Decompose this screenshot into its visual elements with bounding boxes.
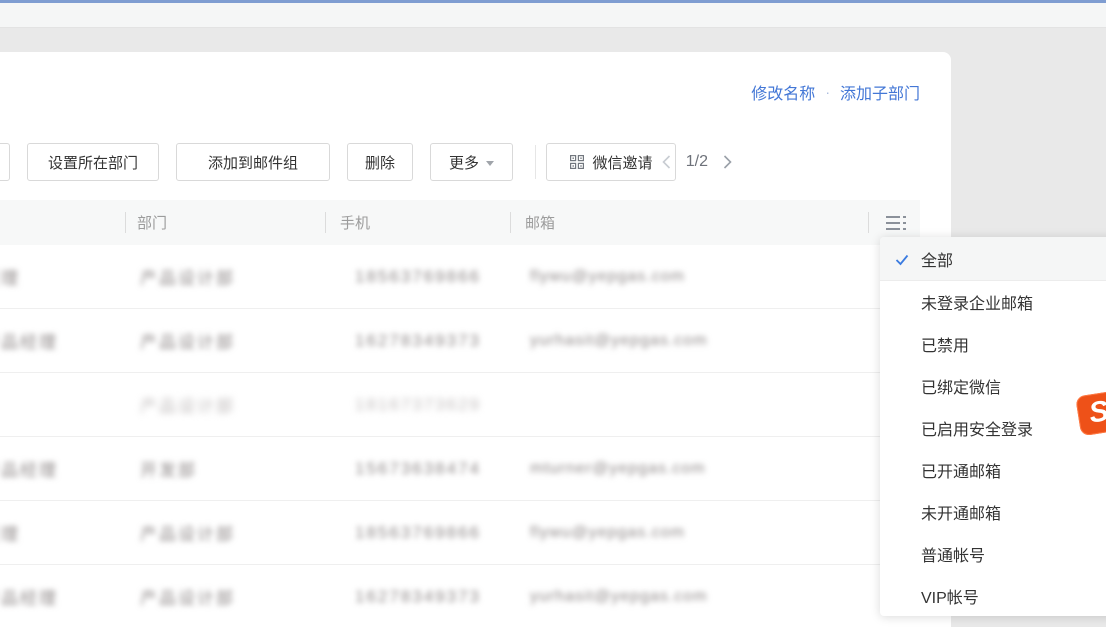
- table-row[interactable]: 产品经理 产品设计部 16278349373 yurhasit@yepgas.c…: [0, 565, 951, 627]
- member-department-cell: 产品设计部: [140, 501, 235, 564]
- member-department-cell: 产品设计部: [140, 565, 235, 627]
- member-email-cell: yurhasit@yepgas.com: [530, 565, 708, 627]
- member-email-cell: flywu@yepgas.com: [530, 501, 685, 564]
- qr-code-icon: [569, 154, 585, 170]
- table-body: 经理 产品设计部 18563769866 flywu@yepgas.com 产品…: [0, 245, 951, 627]
- member-name-cell: 产品经理: [0, 565, 58, 627]
- member-name-cell: 产品经理: [0, 437, 58, 500]
- column-separator: [325, 212, 326, 233]
- top-band: [0, 3, 1106, 28]
- wechat-invite-label: 微信邀请: [592, 152, 652, 173]
- link-separator: ·: [825, 84, 830, 100]
- modify-name-link[interactable]: 修改名称: [751, 80, 815, 104]
- set-department-button[interactable]: 设置所在部门: [27, 143, 159, 181]
- member-name-cell: 经理: [0, 245, 20, 308]
- filter-menu-item-label: 已禁用: [921, 332, 969, 356]
- toolbar-divider: [535, 145, 536, 179]
- chevron-left-icon: [661, 154, 672, 170]
- filter-menu-item[interactable]: 已禁用: [880, 323, 1106, 365]
- table-row[interactable]: 产品经理 开发部 15673638474 mturner@yepgas.com: [0, 437, 951, 501]
- column-header-email: 邮箱: [525, 212, 555, 233]
- filter-menu-item[interactable]: 普通帐号: [880, 533, 1106, 575]
- table-row[interactable]: 经理 产品设计部 18563769866 flywu@yepgas.com: [0, 245, 951, 309]
- column-separator: [125, 212, 126, 233]
- member-name-cell: 产品经理: [0, 309, 58, 372]
- column-separator: [868, 212, 869, 233]
- more-button-label: 更多: [449, 152, 479, 173]
- chevron-right-icon: [722, 154, 733, 170]
- member-email-cell: yurhasit@yepgas.com: [530, 309, 708, 372]
- filter-menu-item[interactable]: 全部: [880, 237, 1106, 281]
- member-department-cell: 产品设计部: [140, 309, 235, 372]
- member-mobile-cell: 18167373629: [355, 373, 481, 436]
- admin-member-list-screen: 修改名称 · 添加子部门 设置所在部门 添加到邮件组 删除 更多: [0, 0, 1106, 627]
- filter-menu-item[interactable]: 已启用安全登录: [880, 407, 1106, 449]
- table-row[interactable]: 产品经理 产品设计部 16278349373 yurhasit@yepgas.c…: [0, 309, 951, 373]
- filter-dropdown-menu: 全部 未登录企业邮箱 已禁用 已绑定微信: [880, 237, 1106, 616]
- member-mobile-cell: 18563769866: [355, 501, 481, 564]
- add-sub-department-link[interactable]: 添加子部门: [840, 80, 920, 104]
- delete-button[interactable]: 删除: [347, 143, 413, 181]
- filter-menu-item-label: 已启用安全登录: [921, 416, 1033, 440]
- table-row[interactable]: 产品设计部 18167373629: [0, 373, 951, 437]
- filter-menu-item[interactable]: VIP帐号: [880, 575, 1106, 616]
- filter-menu-item-label: VIP帐号: [921, 584, 979, 608]
- filter-menu-item-label: 已开通邮箱: [921, 458, 1001, 482]
- table-header: 部门 手机 邮箱: [0, 200, 920, 246]
- filter-menu-item-label: 未开通邮箱: [921, 500, 1001, 524]
- toolbar: 设置所在部门 添加到邮件组 删除 更多: [0, 143, 951, 183]
- filter-menu-item[interactable]: 已开通邮箱: [880, 449, 1106, 491]
- screenshot-tool-watermark: S: [1075, 390, 1106, 437]
- table-row[interactable]: 经理 产品设计部 18563769866 flywu@yepgas.com: [0, 501, 951, 565]
- partial-button[interactable]: [0, 143, 10, 181]
- member-email-cell: mturner@yepgas.com: [530, 437, 706, 500]
- member-mobile-cell: 16278349373: [355, 309, 481, 372]
- member-mobile-cell: 15673638474: [355, 437, 481, 500]
- filter-menu-item[interactable]: 已绑定微信: [880, 365, 1106, 407]
- next-page-button[interactable]: [720, 152, 735, 172]
- column-header-department: 部门: [137, 212, 167, 233]
- member-department-cell: 产品设计部: [140, 245, 235, 308]
- more-button[interactable]: 更多: [430, 143, 513, 181]
- member-mobile-cell: 18563769866: [355, 245, 481, 308]
- filter-menu-item[interactable]: 未开通邮箱: [880, 491, 1106, 533]
- add-to-mail-group-button[interactable]: 添加到邮件组: [176, 143, 330, 181]
- check-icon: [895, 253, 909, 271]
- filter-menu-item-label: 全部: [921, 247, 953, 271]
- page-indicator: 1/2: [686, 153, 708, 171]
- pagination: 1/2: [659, 143, 735, 181]
- filter-menu-item-label: 已绑定微信: [921, 374, 1001, 398]
- member-department-cell: 产品设计部: [140, 373, 235, 436]
- member-name-cell: 经理: [0, 501, 20, 564]
- member-mobile-cell: 16278349373: [355, 565, 481, 627]
- column-separator: [510, 212, 511, 233]
- filter-menu-item-label: 普通帐号: [921, 542, 985, 566]
- filter-menu-item-label: 未登录企业邮箱: [921, 290, 1033, 314]
- wechat-invite-button[interactable]: 微信邀请: [546, 143, 676, 181]
- column-header-mobile: 手机: [340, 212, 370, 233]
- list-filter-icon[interactable]: [886, 212, 912, 234]
- member-department-cell: 开发部: [140, 437, 197, 500]
- filter-menu-item[interactable]: 未登录企业邮箱: [880, 281, 1106, 323]
- chevron-down-icon: [486, 161, 494, 166]
- prev-page-button[interactable]: [659, 152, 674, 172]
- department-actions: 修改名称 · 添加子部门: [751, 80, 920, 104]
- member-email-cell: flywu@yepgas.com: [530, 245, 685, 308]
